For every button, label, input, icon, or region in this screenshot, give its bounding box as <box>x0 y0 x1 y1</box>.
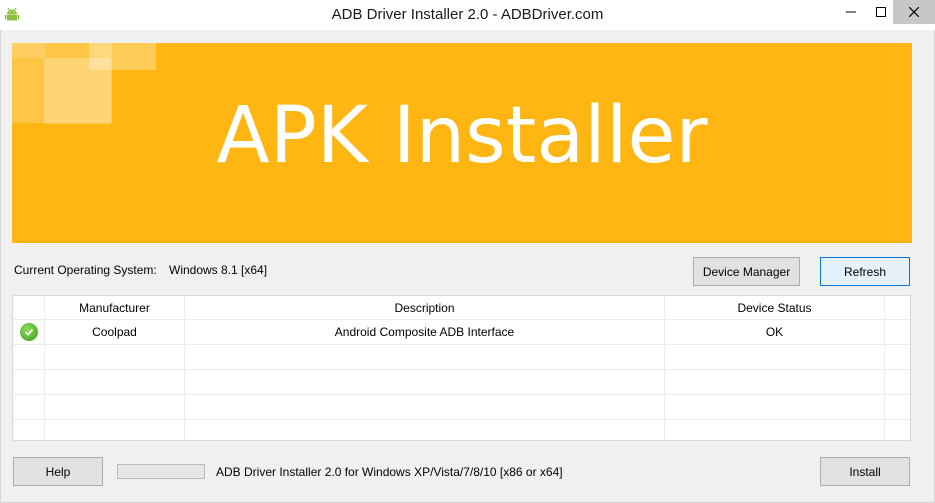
os-label: Current Operating System: <box>14 263 157 277</box>
description-cell: Android Composite ADB Interface <box>185 320 665 344</box>
table-row-empty <box>13 370 910 395</box>
device-manager-button[interactable]: Device Manager <box>693 257 800 286</box>
empty-cell <box>13 370 45 394</box>
empty-cell <box>885 370 910 394</box>
table-row-empty <box>13 395 910 420</box>
close-button[interactable] <box>893 0 935 24</box>
status-text: ADB Driver Installer 2.0 for Windows XP/… <box>216 465 563 479</box>
table-row-empty <box>13 345 910 370</box>
column-header-status[interactable] <box>13 296 45 319</box>
empty-cell <box>185 395 665 419</box>
empty-cell <box>45 370 185 394</box>
empty-cell <box>665 345 885 369</box>
check-icon <box>19 323 38 341</box>
empty-cell <box>885 345 910 369</box>
empty-cell <box>885 395 910 419</box>
empty-cell <box>185 370 665 394</box>
banner-decoration <box>89 43 156 70</box>
empty-cell <box>185 345 665 369</box>
main-window: APK Installer Current Operating System: … <box>0 30 935 503</box>
empty-cell <box>13 420 45 440</box>
progress-bar <box>117 464 205 479</box>
minimize-button[interactable] <box>836 0 866 24</box>
banner: APK Installer <box>12 43 912 243</box>
maximize-button[interactable] <box>866 0 896 24</box>
install-button[interactable]: Install <box>820 457 910 486</box>
empty-cell <box>665 420 885 440</box>
maximize-icon <box>876 7 886 17</box>
title-bar: ADB Driver Installer 2.0 - ADBDriver.com <box>0 0 935 30</box>
table-header: Manufacturer Description Device Status <box>13 296 910 320</box>
empty-cell <box>45 395 185 419</box>
column-header-device-status[interactable]: Device Status <box>665 296 885 319</box>
window-title: ADB Driver Installer 2.0 - ADBDriver.com <box>331 6 604 23</box>
empty-cell <box>13 345 45 369</box>
banner-decoration <box>12 43 45 58</box>
os-value: Windows 8.1 [x64] <box>169 263 268 277</box>
empty-cell <box>665 370 885 394</box>
banner-title: APK Installer <box>216 91 708 181</box>
table-row-empty <box>13 420 910 440</box>
close-icon <box>909 7 919 17</box>
empty-cell <box>665 395 885 419</box>
status-cell <box>13 320 45 344</box>
manufacturer-cell: Coolpad <box>45 320 185 344</box>
column-header-description[interactable]: Description <box>185 296 665 319</box>
filler-cell <box>885 320 910 344</box>
empty-cell <box>13 395 45 419</box>
empty-cell <box>185 420 665 440</box>
help-button[interactable]: Help <box>13 457 103 486</box>
column-header-filler <box>885 296 910 319</box>
column-header-manufacturer[interactable]: Manufacturer <box>45 296 185 319</box>
table-row[interactable]: Coolpad Android Composite ADB Interface … <box>13 320 910 345</box>
minimize-icon <box>846 11 856 13</box>
device-status-cell: OK <box>665 320 885 344</box>
empty-cell <box>45 345 185 369</box>
empty-cell <box>885 420 910 440</box>
empty-cell <box>45 420 185 440</box>
device-table: Manufacturer Description Device Status C… <box>12 295 911 441</box>
refresh-button[interactable]: Refresh <box>820 257 910 286</box>
